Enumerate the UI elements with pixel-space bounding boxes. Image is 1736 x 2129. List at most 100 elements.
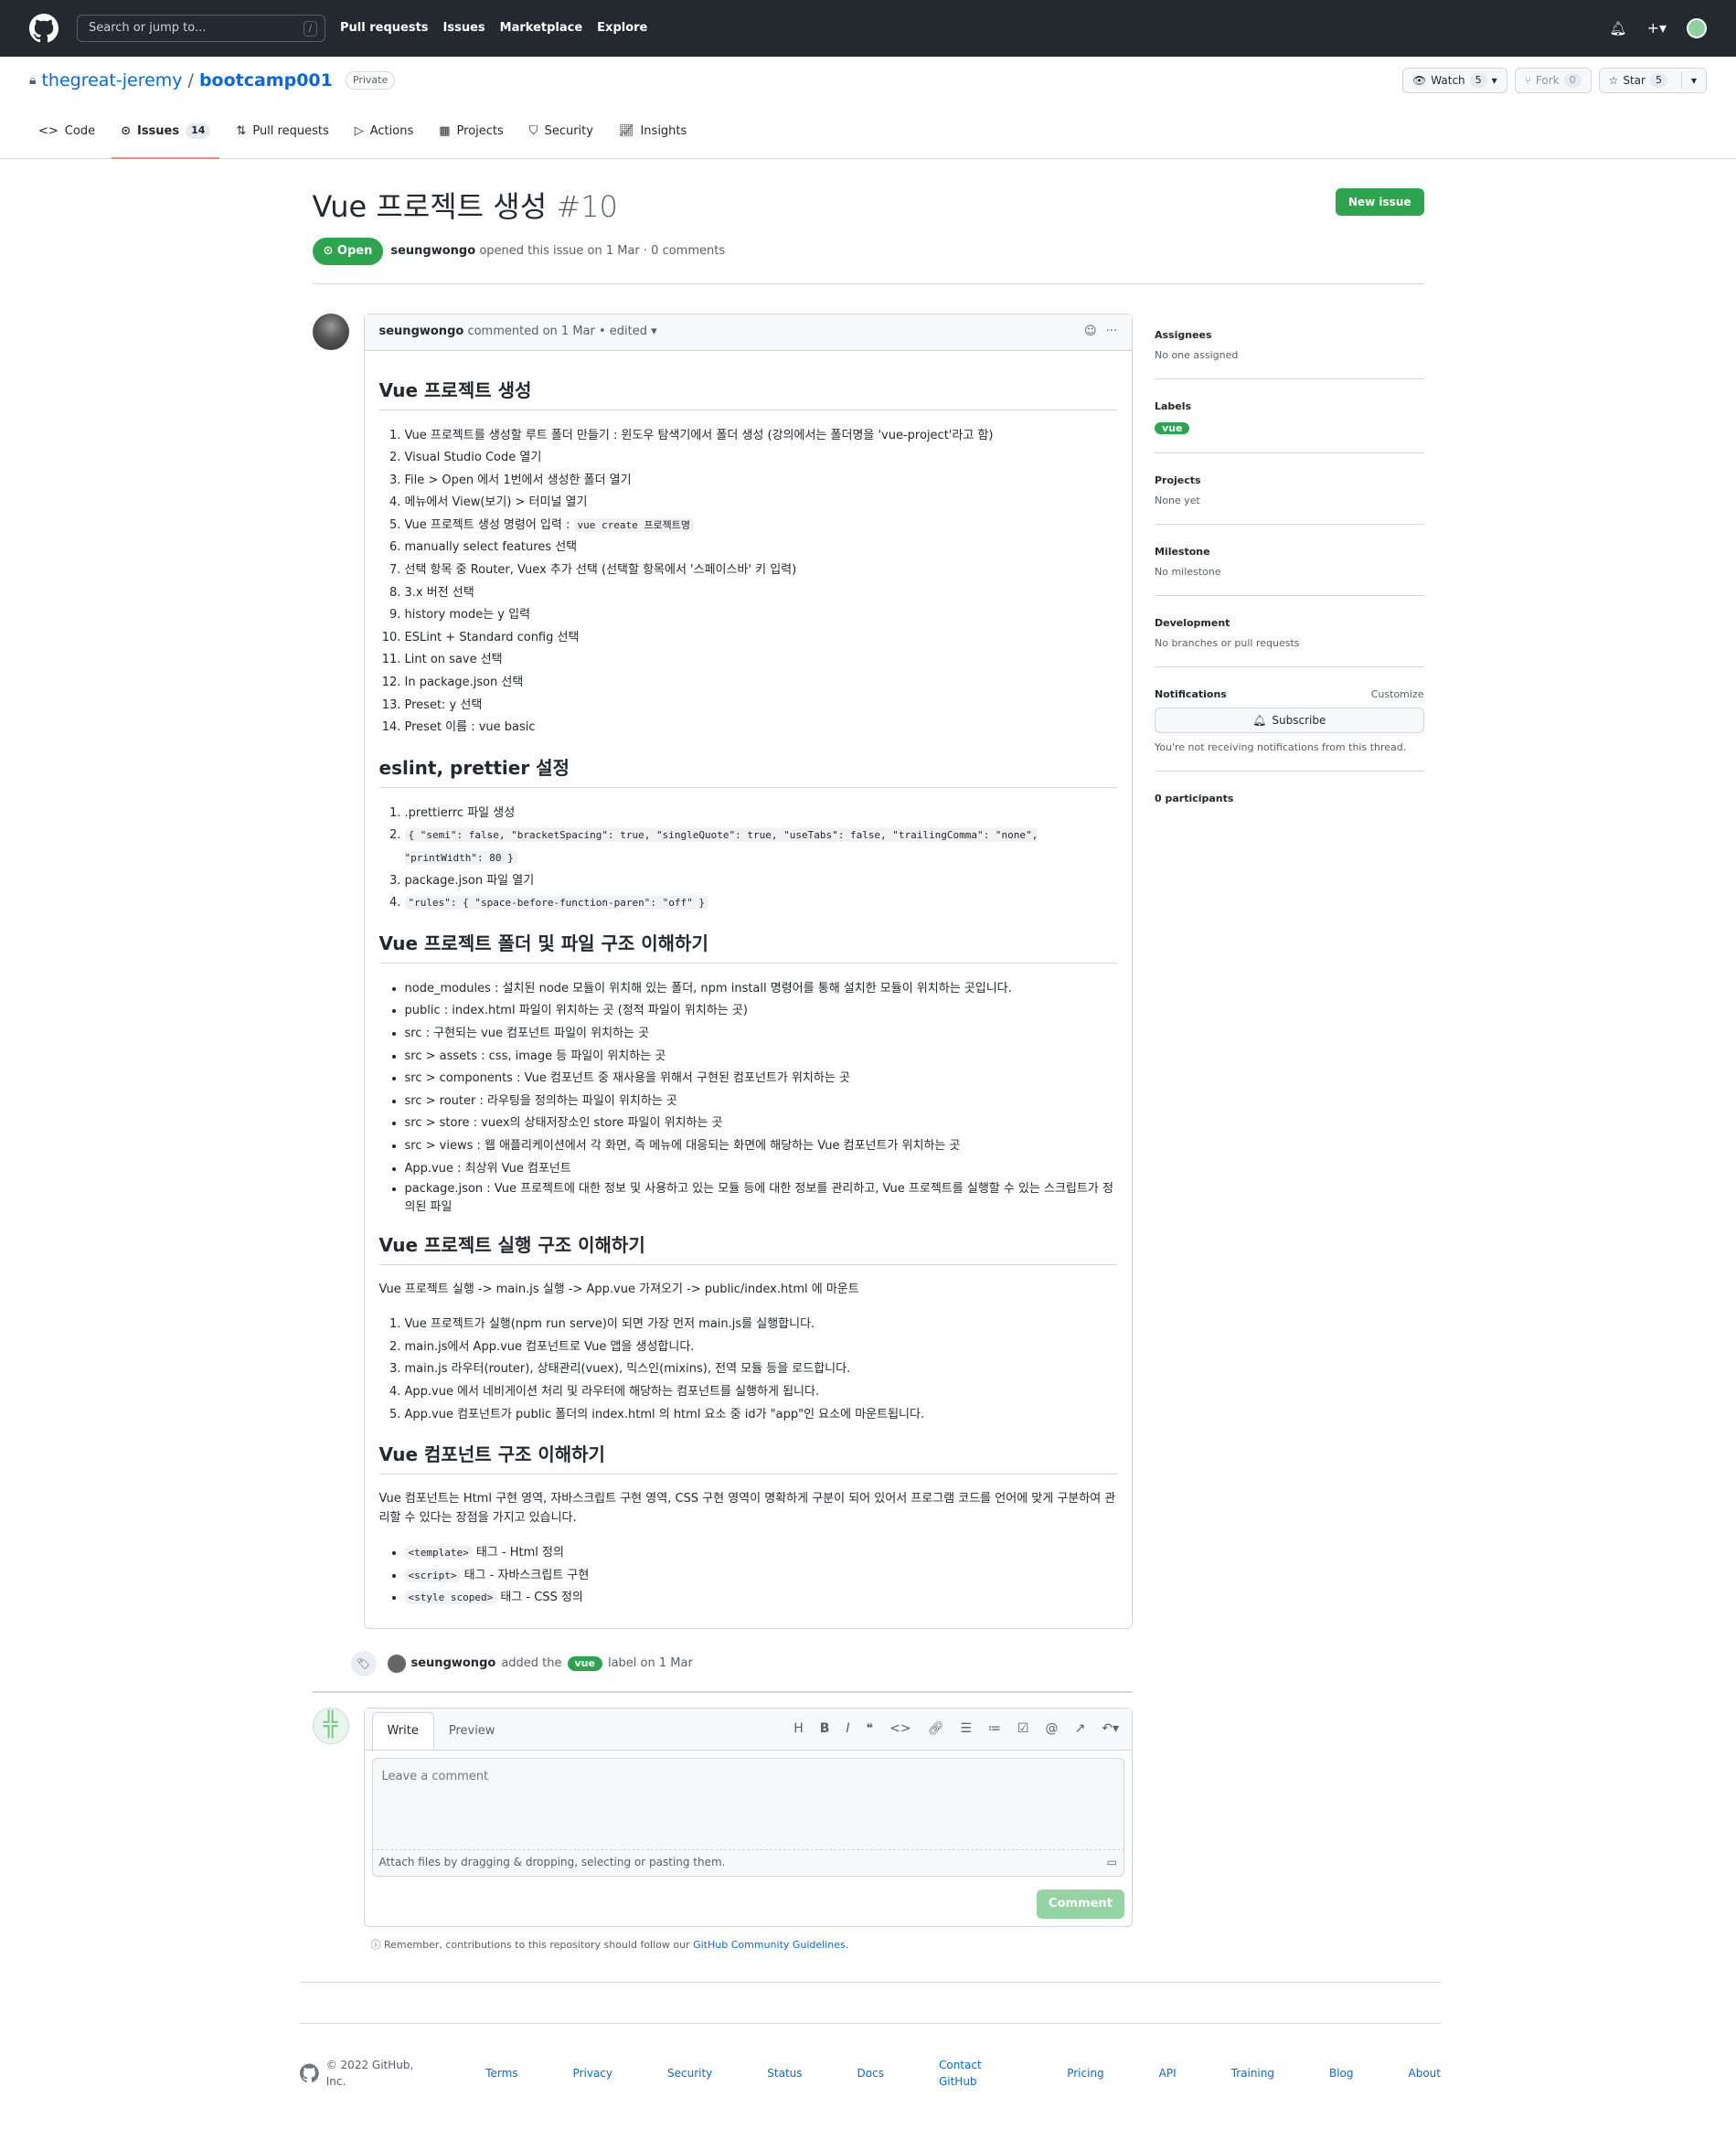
milestone-section: Milestone No milestone: [1154, 539, 1424, 596]
repo-name: 🔒︎ thegreat-jeremy / bootcamp001 Private: [29, 68, 396, 94]
footer-link-terms[interactable]: Terms: [485, 2065, 517, 2081]
comment-button[interactable]: Comment: [1036, 1889, 1124, 1919]
list-item: <template> 태그 - Html 정의: [404, 1542, 1117, 1565]
comment-author[interactable]: seungwongo: [379, 323, 464, 341]
list-item: src : 구현되는 vue 컴포넌트 파일이 위치하는 곳: [405, 1023, 1117, 1046]
heading-icon[interactable]: H: [793, 1719, 804, 1739]
projects-section: Projects None yet: [1154, 468, 1424, 525]
footer-link-contact[interactable]: Contact GitHub: [939, 2057, 1012, 2090]
state-badge: ⊙ Open: [312, 238, 384, 265]
ordered-list-icon[interactable]: ≔: [988, 1719, 1001, 1739]
code-icon: <>: [38, 123, 59, 138]
labels-section: Labels vue: [1154, 394, 1424, 453]
chevron-down-icon[interactable]: ▾: [651, 323, 657, 341]
nav-issues[interactable]: Issues: [443, 19, 485, 37]
nav-marketplace[interactable]: Marketplace: [500, 19, 583, 37]
footer-link-docs[interactable]: Docs: [857, 2065, 884, 2081]
avatar[interactable]: [387, 1654, 406, 1673]
footer-brand: © 2022 GitHub, Inc.: [300, 2057, 421, 2090]
cross-reference-icon[interactable]: ↗: [1074, 1719, 1085, 1739]
label-vue[interactable]: vue: [1154, 422, 1190, 434]
repo-owner-link[interactable]: thegreat-jeremy: [41, 68, 182, 94]
footer-link-about[interactable]: About: [1409, 2065, 1441, 2081]
nav-explore[interactable]: Explore: [597, 19, 647, 37]
quote-icon[interactable]: ❝: [867, 1719, 874, 1739]
customize-link[interactable]: Customize: [1371, 687, 1424, 703]
fork-button[interactable]: ⑂ Fork 0: [1514, 68, 1592, 93]
global-nav: Pull requests Issues Marketplace Explore: [340, 19, 647, 37]
list-item: src > store : vuex의 상태저장소인 store 파일이 위치하…: [405, 1112, 1117, 1135]
bell-icon[interactable]: 🔔︎: [1610, 18, 1627, 39]
subscribe-button[interactable]: 🔔︎ Subscribe: [1154, 708, 1424, 733]
tab-preview[interactable]: Preview: [434, 1713, 510, 1750]
attach-files[interactable]: Attach files by dragging & dropping, sel…: [371, 1848, 1124, 1875]
avatar: ╬: [312, 1707, 349, 1744]
inline-code: <template>: [404, 1546, 473, 1560]
chevron-down-icon: ▾: [1491, 74, 1497, 87]
mention-icon[interactable]: @: [1045, 1719, 1058, 1739]
chevron-down-icon[interactable]: ▾: [1680, 72, 1697, 89]
tab-security[interactable]: ⛉ Security: [520, 104, 602, 158]
star-button[interactable]: ☆ Star 5 ▾: [1598, 68, 1707, 93]
issue-author[interactable]: seungwongo: [390, 244, 475, 258]
bold-icon[interactable]: B: [820, 1719, 830, 1739]
repo-name-link[interactable]: bootcamp001: [199, 68, 333, 94]
star-icon: ☆: [1608, 74, 1619, 87]
label-vue[interactable]: vue: [567, 1655, 602, 1672]
footer-link-training[interactable]: Training: [1231, 2065, 1274, 2081]
footer-link-status[interactable]: Status: [767, 2065, 802, 2081]
issue-main: seungwongo commented on 1 Mar • edited ▾…: [312, 313, 1424, 1953]
github-logo-icon[interactable]: [29, 14, 59, 43]
smiley-icon[interactable]: ☺: [1084, 323, 1097, 341]
list-item: src > views : 웹 애플리케이션에서 각 화면, 즉 메뉴에 대응되…: [405, 1135, 1117, 1158]
heading: eslint, prettier 설정: [378, 754, 1117, 788]
notifications-section: Notifications Customize 🔔︎ Subscribe You'r…: [1154, 682, 1424, 772]
tab-write[interactable]: Write: [371, 1712, 434, 1750]
tab-projects[interactable]: ▦ Projects: [430, 104, 513, 158]
tab-pull-requests[interactable]: ⇅ Pull requests: [227, 104, 337, 158]
code-icon[interactable]: <>: [889, 1719, 911, 1739]
list-item: Preset: y 선택: [405, 695, 1117, 718]
footer-link-blog[interactable]: Blog: [1329, 2065, 1354, 2081]
reply-icon[interactable]: ↶▾: [1102, 1719, 1119, 1739]
list-item: Preset 이름 : vue basic: [405, 717, 1117, 740]
eye-icon: 👁︎: [1412, 74, 1427, 87]
avatar[interactable]: [312, 313, 349, 350]
new-comment: ╬ Write Preview H B I ❝ <> 🔗︎ ☰ ≔ ☑ @ ↗ …: [312, 1707, 1133, 1953]
list-item: 3.x 버전 선택: [405, 582, 1117, 605]
tab-actions[interactable]: ▷ Actions: [346, 104, 423, 158]
watch-button[interactable]: 👁︎ Watch 5 ▾: [1402, 68, 1507, 93]
header-actions: 🔔︎ +▾: [1610, 17, 1707, 39]
guidelines-note: ⓘ Remember, contributions to this reposi…: [370, 1938, 849, 1951]
event-author[interactable]: seungwongo: [411, 1655, 496, 1673]
tab-code[interactable]: <> Code: [29, 104, 104, 158]
list-item: 메뉴에서 View(보기) > 터미널 열기: [405, 492, 1117, 515]
footer-link-pricing[interactable]: Pricing: [1067, 2065, 1103, 2081]
task-list-icon[interactable]: ☑: [1017, 1719, 1029, 1739]
plus-dropdown-icon[interactable]: +▾: [1647, 17, 1667, 39]
footer-link-security[interactable]: Security: [667, 2065, 712, 2081]
avatar[interactable]: [1687, 18, 1707, 38]
unordered-list-icon[interactable]: ☰: [960, 1719, 972, 1739]
guidelines-link[interactable]: GitHub Community Guidelines: [693, 1939, 846, 1951]
issue-opened-icon: ⊙: [121, 123, 131, 138]
inline-code: <style scoped>: [404, 1591, 497, 1605]
footer-link-privacy[interactable]: Privacy: [573, 2065, 612, 2081]
inline-code: vue create 프로젝트명: [573, 517, 694, 532]
tab-insights[interactable]: 📈︎ Insights: [610, 104, 696, 158]
list-item: "rules": { "space-before-function-paren"…: [404, 892, 1117, 915]
link-icon[interactable]: 🔗︎: [928, 1719, 944, 1739]
nav-pull-requests[interactable]: Pull requests: [340, 19, 429, 37]
tab-issues[interactable]: ⊙ Issues 14: [112, 104, 220, 159]
kebab-menu-icon[interactable]: ···: [1106, 323, 1117, 341]
list-item: manually select features 선택: [405, 537, 1117, 559]
inline-code: { "semi": false, "bracketSpacing": true,…: [404, 828, 1038, 865]
search-input[interactable]: Search or jump to... /: [77, 15, 325, 42]
new-issue-button[interactable]: New issue: [1335, 188, 1424, 216]
footer-link-api[interactable]: API: [1159, 2065, 1177, 2081]
info-icon: ⓘ: [370, 1938, 381, 1951]
list-item: Vue 프로젝트를 생성할 루트 폴더 만들기 : 윈도우 탐색기에서 폴더 생…: [405, 425, 1117, 448]
italic-icon[interactable]: I: [846, 1719, 849, 1739]
list-item: { "semi": false, "bracketSpacing": true,…: [404, 825, 1117, 869]
github-logo-icon[interactable]: [300, 2062, 319, 2084]
